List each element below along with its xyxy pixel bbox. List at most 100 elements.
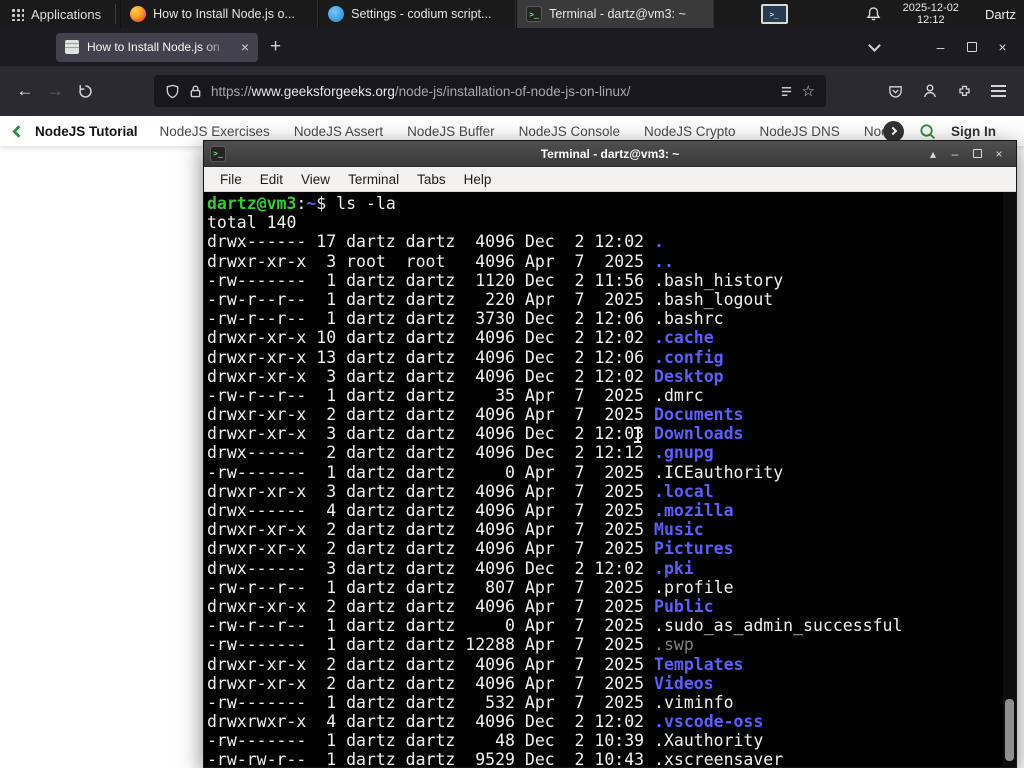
listing-name: Templates	[654, 654, 744, 674]
site-nav-more-button[interactable]	[883, 120, 904, 142]
listing-name: .dmrc	[654, 385, 704, 405]
reader-view-icon[interactable]	[780, 85, 793, 98]
clock-time: 12:12	[917, 14, 945, 26]
listing-name: .local	[654, 481, 714, 501]
terminal-app-glyph: >_	[213, 149, 223, 158]
terminal-scrollbar-thumb[interactable]	[1005, 699, 1014, 761]
prompt-symbol: $	[316, 194, 337, 213]
terminal-screen[interactable]: dartz@vm3:~$ ls -la total 140 drwx------…	[204, 192, 1016, 767]
clock-date: 2025-12-02	[902, 2, 959, 14]
maximize-icon	[966, 42, 977, 52]
terminal-output-line: drwxr-xr-x 13 dartz dartz 4096 Dec 2 12:…	[207, 348, 1002, 367]
listing-meta: drwx------ 2 dartz dartz 4096 Dec 2 12:1…	[207, 443, 655, 463]
tracking-shield-icon[interactable]	[165, 84, 180, 99]
terminal-menu-terminal[interactable]: Terminal	[339, 172, 408, 187]
listing-meta: -rw-r--r-- 1 dartz dartz 0 Apr 7 2025	[207, 616, 655, 636]
listing-meta: -rw------- 1 dartz dartz 0 Apr 7 2025	[207, 462, 655, 482]
site-nav-item[interactable]: NodeJS Crypto	[644, 124, 736, 139]
terminal-menu-edit[interactable]: Edit	[251, 172, 292, 187]
terminal-total-line: total 140	[207, 213, 297, 233]
listing-meta: drwxr-xr-x 3 dartz dartz 4096 Apr 7 2025	[207, 481, 655, 501]
url-bar[interactable]: https://www.geeksforgeeks.org/node-js/in…	[154, 75, 826, 107]
bookmark-star-icon[interactable]: ☆	[802, 82, 815, 100]
listing-name: .gnupg	[654, 443, 714, 463]
listing-meta: drwxr-xr-x 2 dartz dartz 4096 Apr 7 2025	[207, 654, 655, 674]
panel-user-label[interactable]: Dartz	[985, 7, 1016, 22]
terminal-menu-help[interactable]: Help	[455, 172, 501, 187]
firefox-icon	[130, 6, 147, 22]
terminal-menu-view[interactable]: View	[292, 172, 339, 187]
site-nav-back-chevron-icon[interactable]	[12, 124, 25, 138]
terminal-output-line: drwxr-xr-x 2 dartz dartz 4096 Apr 7 2025…	[207, 655, 1002, 674]
listing-meta: drwxr-xr-x 3 dartz dartz 4096 Dec 2 12:0…	[207, 424, 655, 444]
listing-meta: drwxr-xr-x 2 dartz dartz 4096 Apr 7 2025	[207, 539, 655, 559]
desktop: Applications How to Install Node.js o...…	[0, 0, 1024, 768]
listing-meta: -rw------- 1 dartz dartz 48 Dec 2 10:39	[207, 731, 655, 751]
notification-bell-icon[interactable]	[866, 6, 881, 22]
listing-meta: drwxrwxr-x 4 dartz dartz 4096 Dec 2 12:0…	[207, 712, 655, 732]
site-nav-active-item[interactable]: NodeJS Tutorial	[35, 124, 138, 139]
applications-menu-button[interactable]: Applications	[0, 0, 111, 28]
terminal-output-line: drwxr-xr-x 3 dartz dartz 4096 Apr 7 2025…	[207, 482, 1002, 501]
tray-terminal-icon[interactable]: >_	[760, 4, 788, 24]
browser-minimize-button[interactable]: –	[925, 33, 956, 61]
terminal-maximize-button[interactable]	[966, 142, 988, 166]
browser-maximize-button[interactable]	[956, 33, 987, 61]
terminal-output-line: -rw------- 1 dartz dartz 0 Apr 7 2025 .I…	[207, 463, 1002, 482]
prompt-command: ls -la	[336, 194, 396, 213]
panel-clock[interactable]: 2025-12-02 12:12	[903, 2, 959, 26]
forward-button[interactable]: →	[40, 76, 70, 106]
listing-meta: -rw-r--r-- 1 dartz dartz 35 Apr 7 2025	[207, 385, 655, 405]
site-nav-item[interactable]: NodeJS Console	[519, 124, 620, 139]
menu-icon[interactable]	[991, 85, 1006, 97]
browser-tab[interactable]: How to Install Node.js on ×	[56, 32, 258, 62]
site-nav-item[interactable]: NodeJS DNS	[760, 124, 840, 139]
applications-grid-icon	[10, 7, 24, 21]
terminal-minimize-button[interactable]: –	[944, 142, 966, 166]
lock-icon[interactable]	[189, 84, 202, 99]
tab-close-icon[interactable]: ×	[241, 40, 249, 54]
listing-name: Public	[654, 596, 714, 616]
extensions-icon[interactable]	[957, 84, 972, 99]
terminal-close-button[interactable]: ×	[988, 142, 1010, 166]
listing-name: .viminfo	[654, 692, 734, 712]
listing-name: .pki	[654, 558, 694, 578]
terminal-scrollbar[interactable]	[1003, 192, 1016, 767]
sign-in-button[interactable]: Sign In	[951, 124, 996, 139]
new-tab-button[interactable]: +	[270, 36, 281, 58]
site-nav-item[interactable]: NodeJS Exercises	[160, 124, 270, 139]
site-nav-item[interactable]: Node	[864, 124, 883, 139]
account-icon[interactable]	[922, 83, 938, 99]
panel-window-button[interactable]: >_ Terminal - dartz@vm3: ~	[516, 0, 715, 28]
search-icon[interactable]	[919, 123, 936, 140]
panel-window-button[interactable]: Settings - codium script...	[318, 0, 517, 28]
listing-name: .swp	[654, 635, 694, 655]
listing-meta: -rw------- 1 dartz dartz 1120 Dec 2 11:5…	[207, 270, 655, 290]
listing-meta: drwxr-xr-x 2 dartz dartz 4096 Apr 7 2025	[207, 405, 655, 425]
terminal-output-line: drwx------ 4 dartz dartz 4096 Apr 7 2025…	[207, 501, 1002, 520]
pocket-icon[interactable]	[888, 84, 903, 99]
list-tabs-chevron-icon[interactable]	[868, 38, 881, 52]
listing-meta: drwxr-xr-x 2 dartz dartz 4096 Apr 7 2025	[207, 520, 655, 540]
listing-name: .cache	[654, 328, 714, 348]
terminal-output-line: -rw------- 1 dartz dartz 48 Dec 2 10:39 …	[207, 731, 1002, 750]
url-text[interactable]: https://www.geeksforgeeks.org/node-js/in…	[211, 84, 771, 99]
site-nav-item[interactable]: NodeJS Assert	[294, 124, 383, 139]
terminal-titlebar[interactable]: >_ Terminal - dartz@vm3: ~ ▴ – ×	[204, 141, 1016, 167]
panel-window-button[interactable]: How to Install Node.js o...	[120, 0, 319, 28]
terminal-output-line: drwxr-xr-x 3 dartz dartz 4096 Dec 2 12:0…	[207, 367, 1002, 386]
listing-name: .	[654, 232, 664, 252]
terminal-shade-button[interactable]: ▴	[922, 142, 944, 166]
browser-close-button[interactable]: ×	[987, 33, 1018, 61]
back-button[interactable]: ←	[10, 76, 40, 106]
tab-favicon	[65, 40, 79, 54]
site-nav-item[interactable]: NodeJS Buffer	[407, 124, 495, 139]
reload-button[interactable]	[70, 76, 100, 106]
listing-name: .bash_history	[654, 270, 784, 290]
terminal-listing: drwx------ 17 dartz dartz 4096 Dec 2 12:…	[207, 232, 1002, 767]
terminal-menu-file[interactable]: File	[211, 172, 251, 187]
terminal-output-line: drwxr-xr-x 2 dartz dartz 4096 Apr 7 2025…	[207, 405, 1002, 424]
listing-name: .mozilla	[654, 501, 734, 520]
terminal-menu-tabs[interactable]: Tabs	[408, 172, 455, 187]
listing-name: .ICEauthority	[654, 462, 784, 482]
